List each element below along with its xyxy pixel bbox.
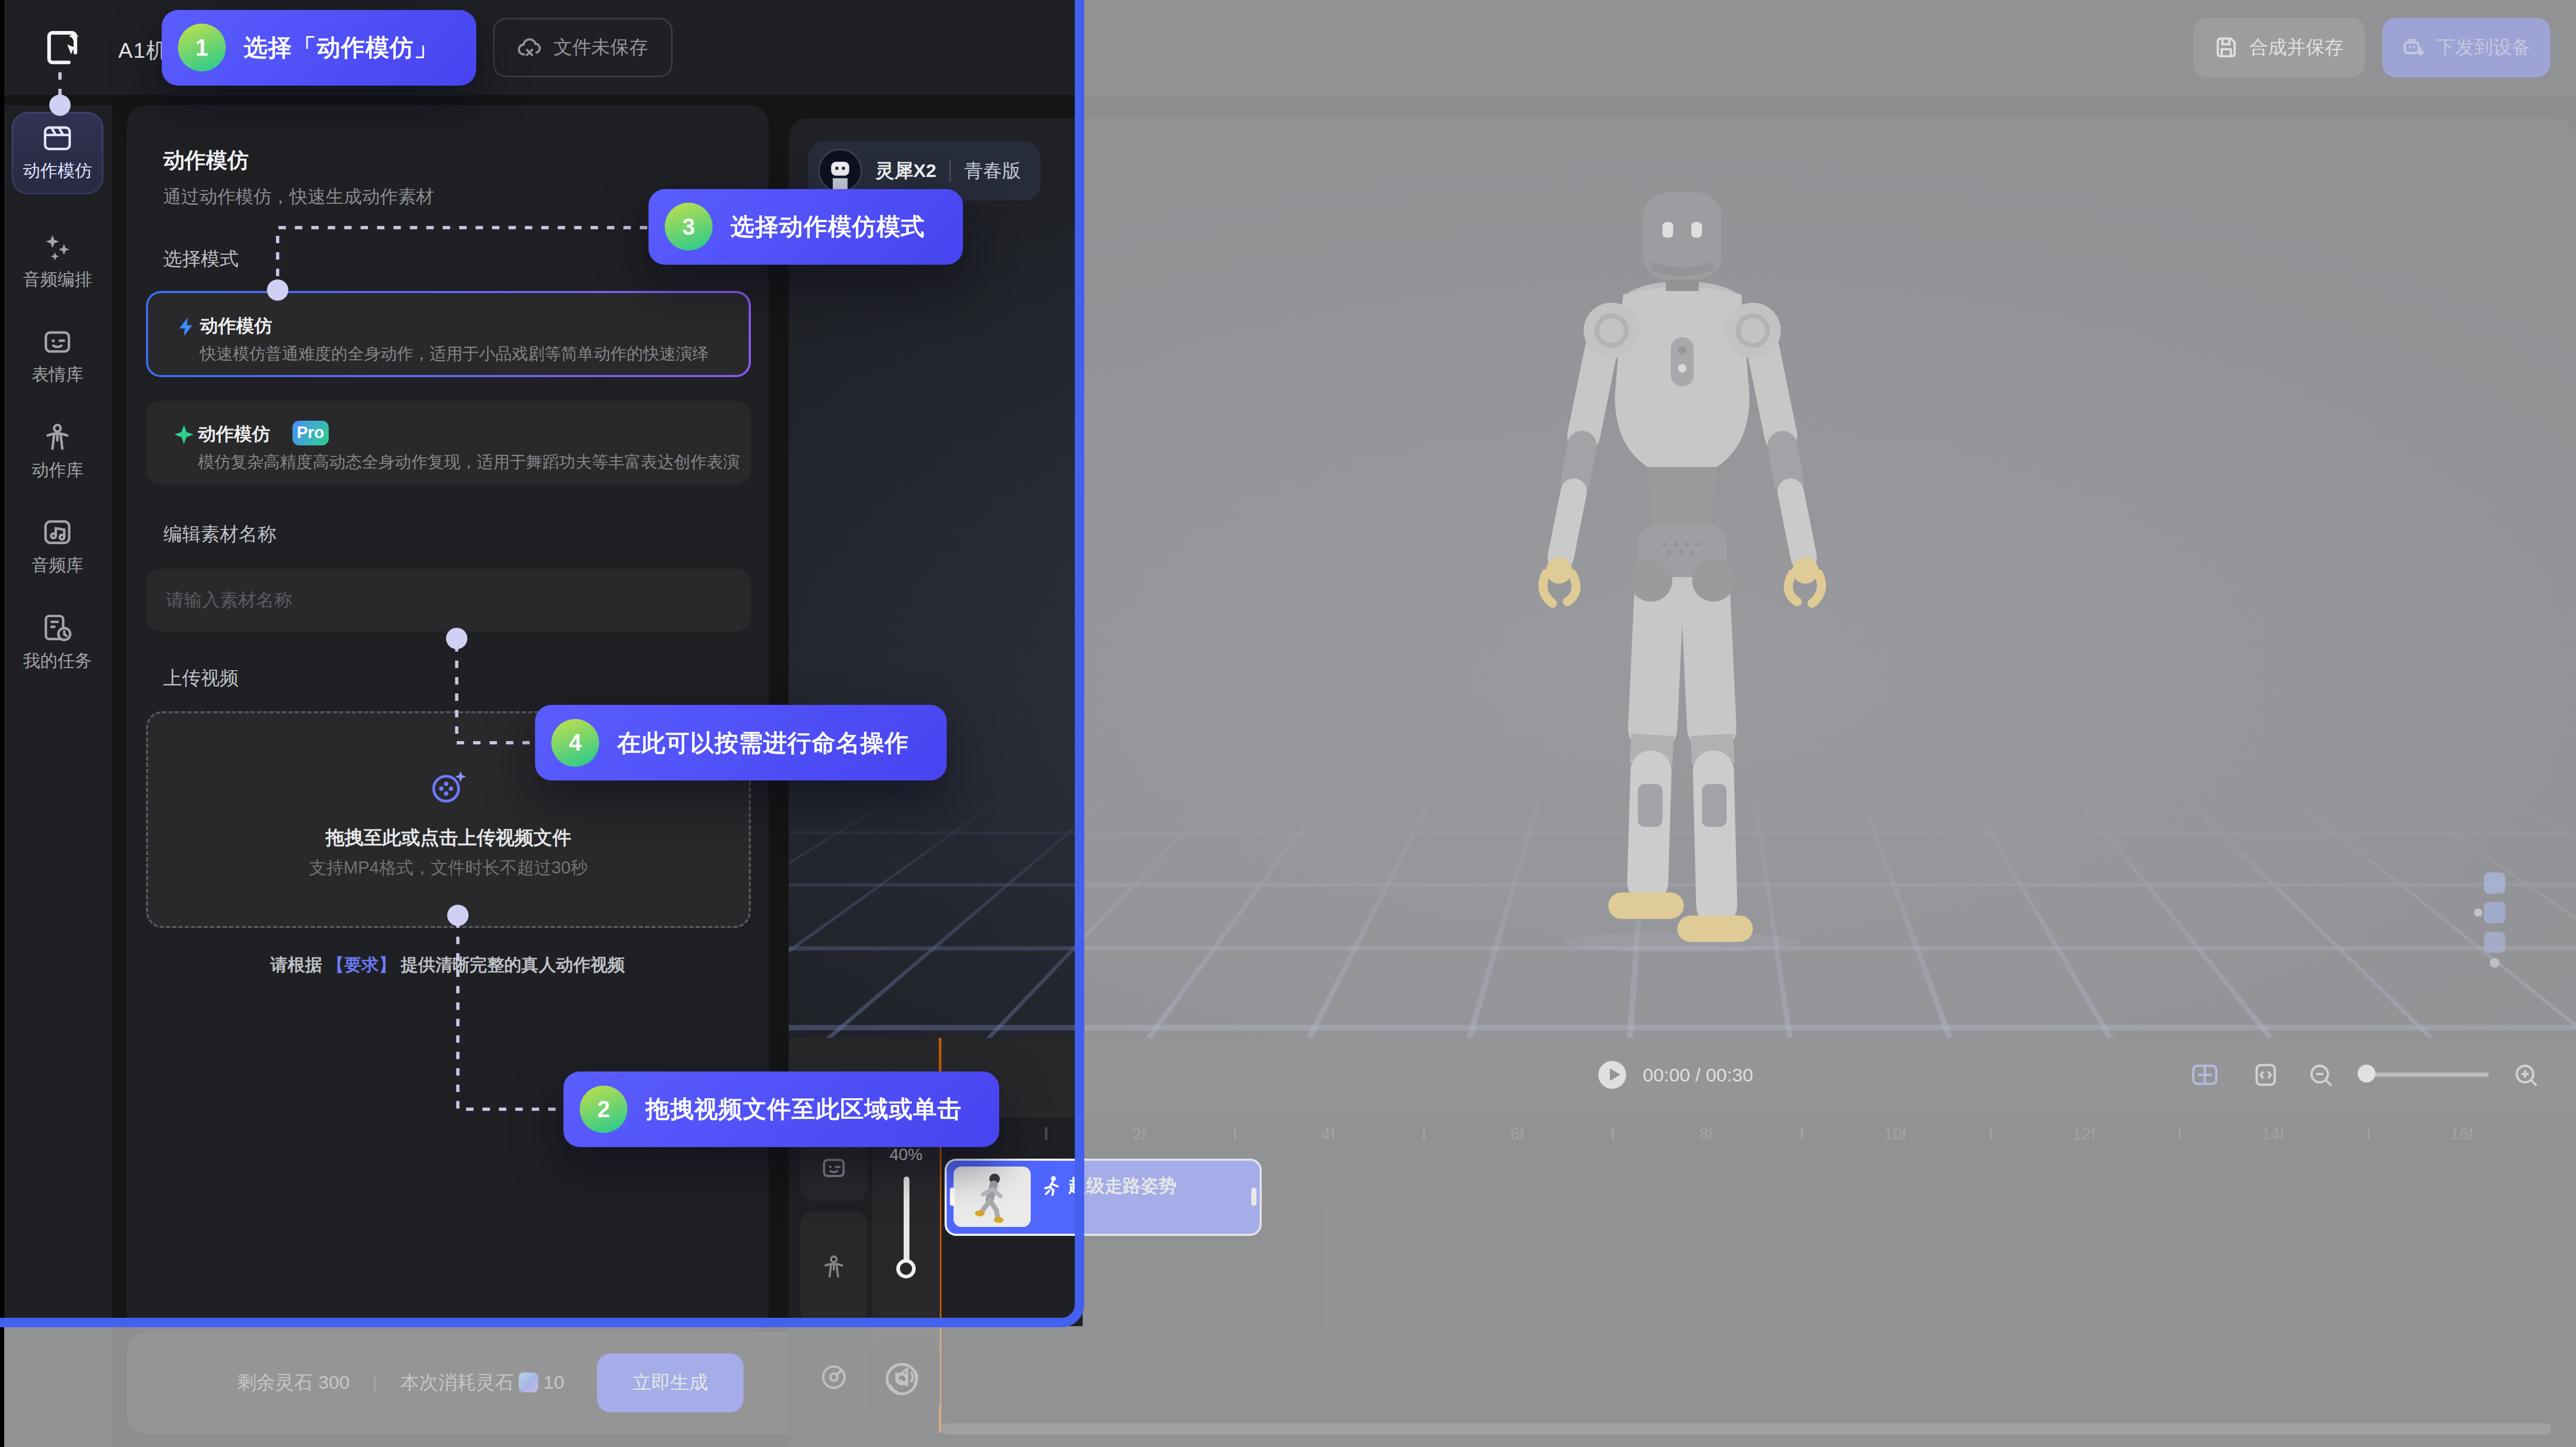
step-text: 在此可以按需进行命名操作 bbox=[617, 727, 909, 759]
callout-step-2: 2 拖拽视频文件至此区域或单击 bbox=[563, 1071, 999, 1147]
dim-overlay-bottom bbox=[0, 1326, 1083, 1447]
callout-step-3: 3 选择动作模仿模式 bbox=[648, 189, 963, 265]
step-text: 拖拽视频文件至此区域或单击 bbox=[646, 1093, 962, 1125]
dim-overlay-right bbox=[1083, 0, 2576, 1447]
step-text: 选择「动作模仿」 bbox=[244, 32, 438, 64]
step-number: 1 bbox=[178, 24, 226, 71]
step-number: 3 bbox=[665, 203, 713, 251]
callout-step-1: 1 选择「动作模仿」 bbox=[162, 10, 476, 86]
step-number: 2 bbox=[580, 1086, 627, 1133]
step-number: 4 bbox=[551, 719, 599, 767]
app-root: A1机 文件未保存 合成并保存 下发到设备 bbox=[0, 0, 2576, 1447]
step-text: 选择动作模仿模式 bbox=[730, 211, 925, 243]
callout-step-4: 4 在此可以按需进行命名操作 bbox=[535, 705, 947, 780]
